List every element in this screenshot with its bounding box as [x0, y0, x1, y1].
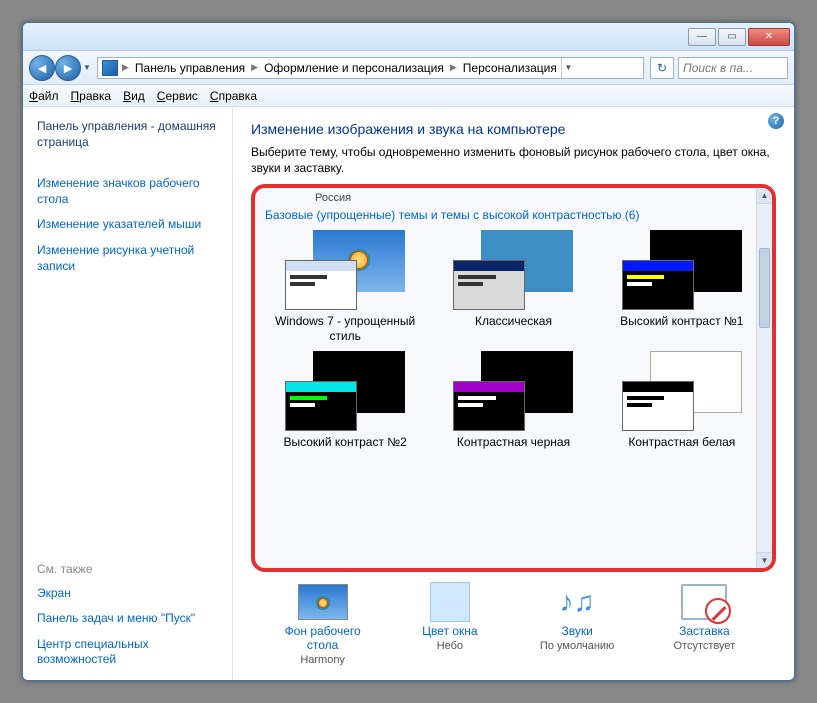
strip-sub: Отсутствует	[674, 640, 736, 652]
sidebar-link-display[interactable]: Экран	[37, 586, 218, 602]
refresh-button[interactable]: ↻	[650, 57, 674, 79]
strip-label: Заставка	[679, 624, 730, 638]
theme-thumbnail	[285, 230, 405, 310]
control-panel-icon	[102, 60, 118, 76]
strip-window-color[interactable]: Цвет окна Небо	[395, 582, 505, 652]
sidebar-link-ease-of-access[interactable]: Центр специальных возможностей	[37, 637, 218, 668]
menu-view[interactable]: Вид	[123, 89, 145, 103]
scroll-down-button[interactable]: ▼	[757, 552, 772, 568]
theme-thumbnail	[622, 230, 742, 310]
strip-label: Фон рабочего стола	[268, 624, 378, 652]
window-color-icon	[430, 582, 470, 622]
strip-sub: Небо	[437, 640, 463, 652]
scroll-thumb[interactable]	[759, 248, 770, 328]
help-icon[interactable]: ?	[768, 113, 784, 129]
strip-screensaver[interactable]: Заставка Отсутствует	[649, 582, 759, 652]
nav-back-button[interactable]: ◄	[29, 55, 55, 81]
close-button[interactable]: ✕	[748, 28, 790, 46]
theme-thumbnail	[622, 351, 742, 431]
theme-item[interactable]: Контрастная белая	[608, 351, 756, 463]
theme-item[interactable]: Классическая	[439, 230, 587, 343]
sidebar-home-link[interactable]: Панель управления - домашняя страница	[37, 119, 218, 150]
see-also-label: См. также	[37, 562, 218, 576]
content-area: ? Изменение изображения и звука на компь…	[233, 107, 794, 680]
strip-sounds[interactable]: ♪♫ Звуки По умолчанию	[522, 582, 632, 652]
page-description: Выберите тему, чтобы одновременно измени…	[251, 145, 776, 176]
theme-label: Контрастная белая	[628, 435, 735, 463]
theme-label: Классическая	[475, 314, 552, 342]
breadcrumb-item[interactable]: Оформление и персонализация	[262, 61, 446, 75]
theme-item[interactable]: Высокий контраст №1	[608, 230, 756, 343]
maximize-button[interactable]: ▭	[718, 28, 746, 46]
desktop-background-icon	[298, 584, 348, 620]
chevron-right-icon: ▶	[249, 62, 260, 73]
menu-file[interactable]: Файл	[29, 89, 59, 103]
scrollbar[interactable]: ▲ ▼	[756, 188, 772, 568]
search-input[interactable]	[678, 57, 788, 79]
theme-label: Контрастная черная	[457, 435, 570, 463]
nav-history-dropdown[interactable]: ▼	[81, 55, 93, 81]
chevron-right-icon: ▶	[448, 62, 459, 73]
themes-grid: Windows 7 - упрощенный стиль Классическая…	[265, 230, 762, 463]
theme-thumbnail	[453, 230, 573, 310]
sidebar-link-desktop-icons[interactable]: Изменение значков рабочего стола	[37, 176, 218, 207]
menu-help[interactable]: Справка	[210, 89, 257, 103]
themes-section-title: Базовые (упрощенные) темы и темы с высок…	[265, 208, 762, 222]
breadcrumb-dropdown[interactable]: ▼	[561, 57, 575, 79]
window: — ▭ ✕ ◄ ► ▼ ▶ Панель управления ▶ Оформл…	[22, 22, 795, 681]
scroll-up-button[interactable]: ▲	[757, 188, 772, 204]
theme-hint: Россия	[265, 192, 762, 204]
theme-label: Высокий контраст №2	[283, 435, 406, 463]
page-title: Изменение изображения и звука на компьют…	[251, 121, 776, 137]
theme-thumbnail	[453, 351, 573, 431]
screensaver-icon	[681, 584, 727, 620]
sounds-icon: ♪♫	[560, 586, 595, 618]
theme-item[interactable]: Windows 7 - упрощенный стиль	[271, 230, 419, 343]
nav-forward-button[interactable]: ►	[55, 55, 81, 81]
breadcrumb-item[interactable]: Персонализация	[461, 61, 559, 75]
chevron-right-icon: ▶	[120, 62, 131, 73]
sidebar-link-mouse-pointers[interactable]: Изменение указателей мыши	[37, 217, 218, 233]
addressbar: ◄ ► ▼ ▶ Панель управления ▶ Оформление и…	[23, 51, 794, 85]
menubar: Файл Правка Вид Сервис Справка	[23, 85, 794, 107]
theme-thumbnail	[285, 351, 405, 431]
sidebar-link-account-picture[interactable]: Изменение рисунка учетной записи	[37, 243, 218, 274]
strip-desktop-background[interactable]: Фон рабочего стола Harmony	[268, 582, 378, 666]
breadcrumb-item[interactable]: Панель управления	[133, 61, 247, 75]
strip-sub: По умолчанию	[540, 640, 614, 652]
menu-tools[interactable]: Сервис	[157, 89, 198, 103]
theme-label: Windows 7 - упрощенный стиль	[271, 314, 419, 343]
theme-item[interactable]: Контрастная черная	[439, 351, 587, 463]
sidebar: Панель управления - домашняя страница Из…	[23, 107, 233, 680]
strip-label: Звуки	[561, 624, 592, 638]
breadcrumb[interactable]: ▶ Панель управления ▶ Оформление и персо…	[97, 57, 644, 79]
titlebar: — ▭ ✕	[23, 23, 794, 51]
minimize-button[interactable]: —	[688, 28, 716, 46]
menu-edit[interactable]: Правка	[71, 89, 112, 103]
bottom-strip: Фон рабочего стола Harmony Цвет окна Неб…	[251, 572, 776, 672]
strip-sub: Harmony	[300, 654, 345, 666]
theme-label: Высокий контраст №1	[620, 314, 743, 342]
themes-panel: Россия Базовые (упрощенные) темы и темы …	[251, 184, 776, 572]
sidebar-link-taskbar[interactable]: Панель задач и меню "Пуск"	[37, 611, 218, 627]
strip-label: Цвет окна	[422, 624, 477, 638]
theme-item[interactable]: Высокий контраст №2	[271, 351, 419, 463]
